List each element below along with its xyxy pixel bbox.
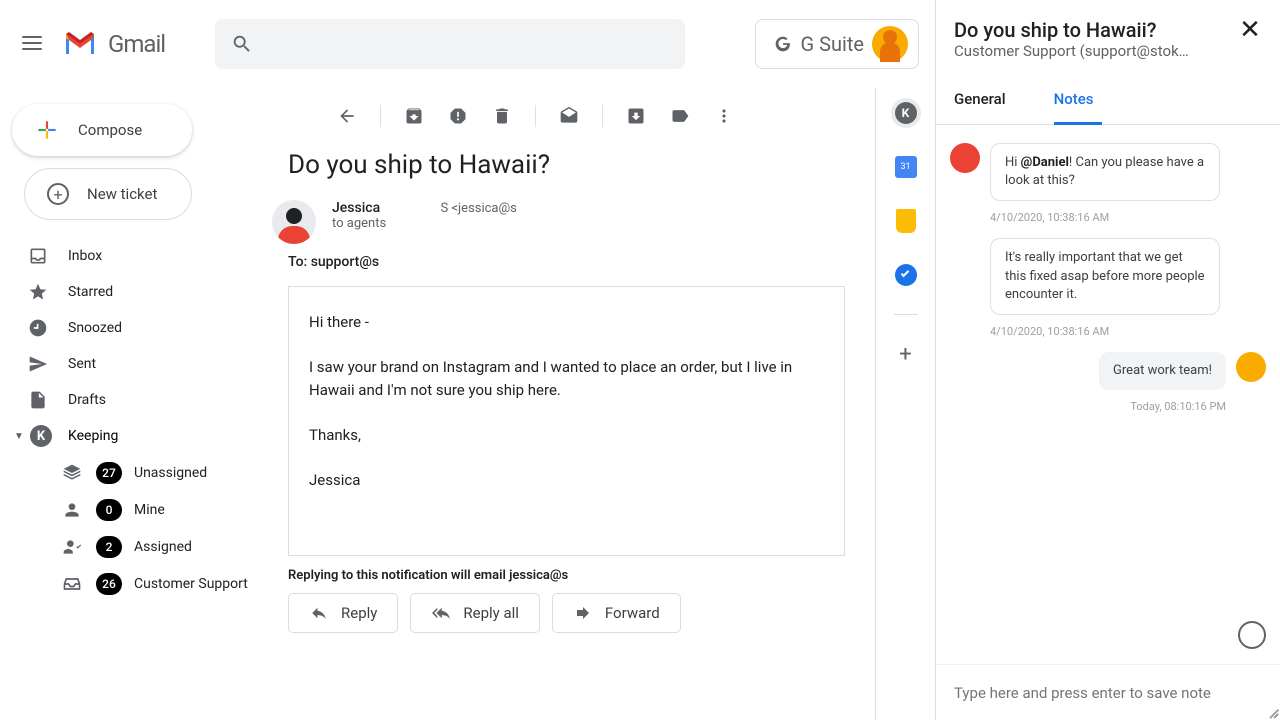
sender-row: Jessica S <jessica@s to agents [288,200,845,244]
keeping-icon: K [30,425,52,447]
note-avatar [950,143,980,173]
side-panel: Do you ship to Hawaii? Customer Support … [935,0,1280,720]
sender-email: S <jessica@s [440,201,516,216]
resize-handle[interactable] [1266,706,1278,718]
menu-icon[interactable] [20,32,44,56]
delete-button[interactable] [483,97,521,135]
chevron-down-icon: ▼ [14,431,24,442]
new-ticket-button[interactable]: + New ticket [24,168,192,220]
sidebar-item-customer-support[interactable]: 26Customer Support [0,565,270,602]
new-ticket-label: New ticket [87,185,157,203]
note-timestamp: 4/10/2020, 10:38:16 AM [990,211,1266,224]
note-timestamp: Today, 08:10:16 PM [950,400,1226,413]
move-to-button[interactable] [617,97,655,135]
add-app-icon[interactable]: + [891,339,921,369]
search-icon [231,33,253,55]
spam-button[interactable] [439,97,477,135]
person-icon [62,500,82,520]
app-header: Gmail G Suite [0,0,935,88]
compose-button[interactable]: Compose [12,104,192,156]
note-bubble: It's really important that we get this f… [990,238,1220,315]
sidebar-item-sent[interactable]: Sent [0,346,270,382]
back-button[interactable] [328,97,366,135]
note-avatar [1236,352,1266,382]
sender-avatar[interactable] [272,200,316,244]
gmail-logo[interactable]: Gmail [62,29,165,59]
tray-icon [62,574,82,594]
to-line: To: support@s [288,254,845,270]
sender-name: Jessica [332,200,437,216]
gmail-label: Gmail [108,30,165,58]
sidebar: Compose + New ticket Inbox Starred Snooz… [0,88,270,720]
sent-icon [28,354,48,374]
forward-button[interactable]: Forward [552,593,681,633]
note-input[interactable] [954,684,1262,702]
compose-label: Compose [78,121,142,139]
reply-notice: Replying to this notification will email… [288,568,845,583]
sidebar-item-assigned[interactable]: 2Assigned [0,528,270,565]
email-body-text: Hi there - I saw your brand on Instagram… [309,311,824,491]
account-switcher[interactable]: G Suite [755,19,919,69]
right-rail: K 31 + [875,88,935,720]
sidebar-item-mine[interactable]: 0Mine [0,491,270,528]
sidebar-item-starred[interactable]: Starred [0,274,270,310]
sidebar-item-unassigned[interactable]: 27Unassigned [0,454,270,491]
sidebar-item-keeping[interactable]: ▼ K Keeping [0,418,270,454]
note-bubble: Great work team! [1099,352,1226,390]
tab-general[interactable]: General [954,74,1014,124]
more-button[interactable] [705,97,743,135]
notes-list: Hi @Daniel! Can you please have a look a… [936,125,1280,664]
reply-button[interactable]: Reply [288,593,398,633]
email-view: Do you ship to Hawaii? Jessica S <jessic… [270,88,875,720]
note-bubble: Hi @Daniel! Can you please have a look a… [990,143,1220,201]
panel-title: Do you ship to Hawaii? [954,18,1189,42]
archive-button[interactable] [395,97,433,135]
email-body: Hi there - I saw your brand on Instagram… [288,286,845,556]
tab-notes[interactable]: Notes [1054,74,1102,125]
note-item: Hi @Daniel! Can you please have a look a… [950,143,1266,201]
labels-button[interactable] [661,97,699,135]
keeping-rail-icon[interactable]: K [891,98,921,128]
note-item: It's really important that we get this f… [950,238,1266,315]
mark-unread-button[interactable] [550,97,588,135]
close-icon[interactable]: ✕ [1238,18,1262,42]
recipient-label: to agents [332,216,517,231]
note-composer [936,664,1280,720]
person-check-icon [62,537,82,557]
search-input[interactable] [215,19,685,69]
clock-icon [28,318,48,338]
plus-icon [34,117,60,143]
emoji-icon[interactable] [1238,621,1266,649]
email-subject: Do you ship to Hawaii? [288,150,845,180]
sidebar-item-snoozed[interactable]: Snoozed [0,310,270,346]
sidebar-item-inbox[interactable]: Inbox [0,238,270,274]
sidebar-item-drafts[interactable]: Drafts [0,382,270,418]
note-item: Great work team! [950,352,1266,390]
plus-circle-icon: + [47,183,69,205]
user-avatar[interactable] [872,26,908,62]
note-timestamp: 4/10/2020, 10:38:16 AM [990,325,1266,338]
email-toolbar [288,88,845,144]
tasks-icon[interactable] [891,260,921,290]
layers-icon [62,463,82,483]
calendar-icon[interactable]: 31 [891,152,921,182]
keep-icon[interactable] [891,206,921,236]
gsuite-label: G Suite [772,32,864,56]
star-icon [28,282,48,302]
reply-all-button[interactable]: Reply all [410,593,540,633]
panel-subtitle: Customer Support (support@stok… [954,42,1189,60]
inbox-icon [28,246,48,266]
drafts-icon [28,390,48,410]
